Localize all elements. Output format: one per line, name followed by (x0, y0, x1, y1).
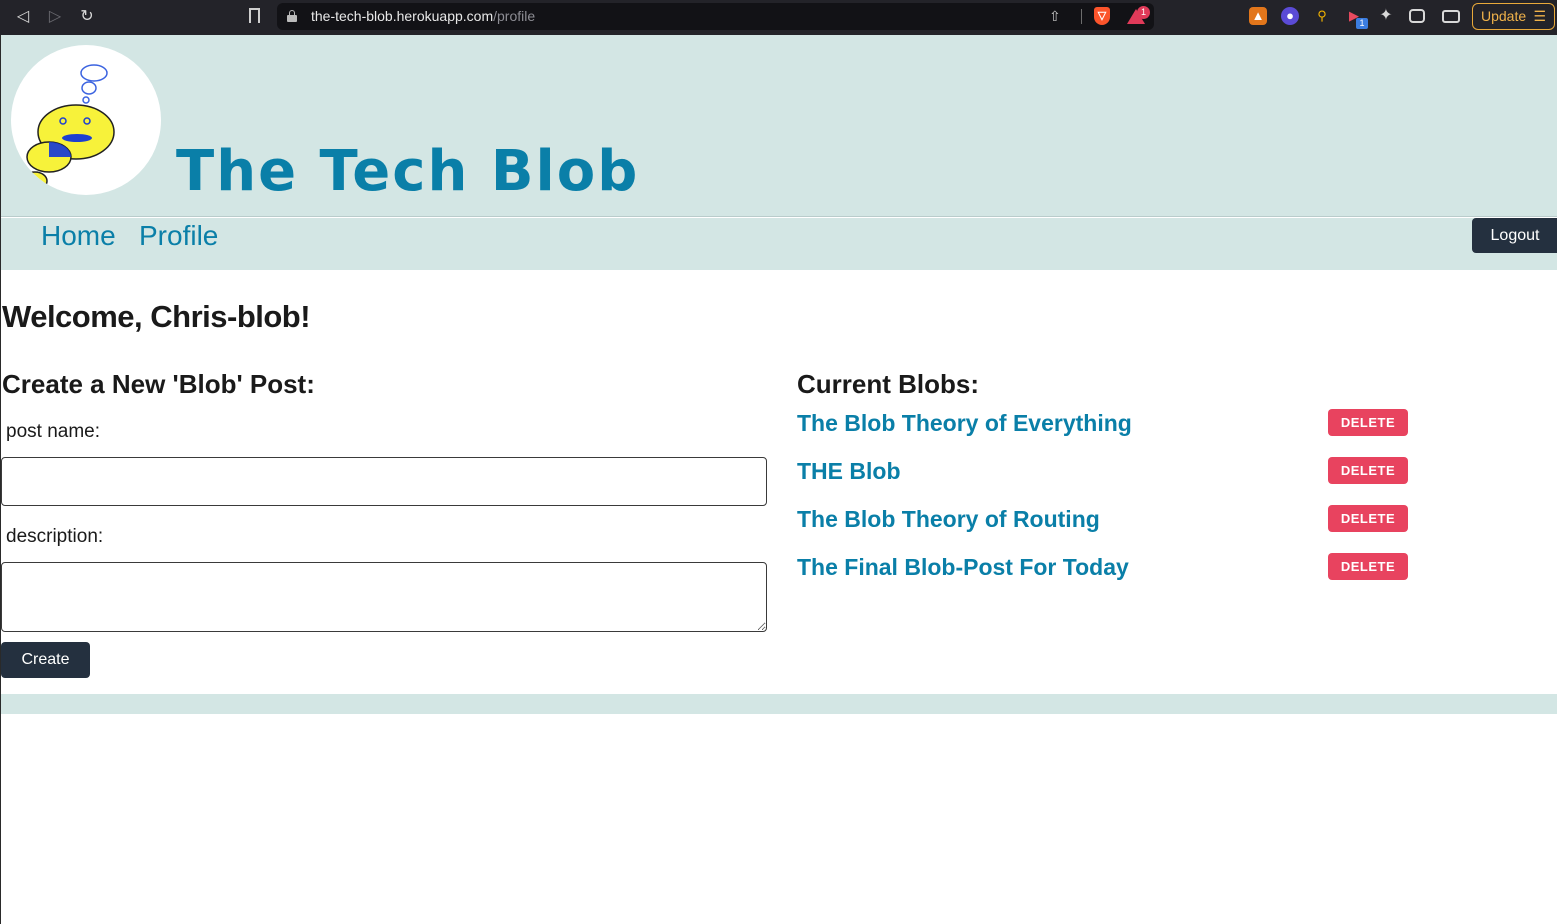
metamask-extension-icon[interactable]: ▲ (1249, 7, 1267, 25)
blob-post-link[interactable]: The Blob Theory of Routing (797, 506, 1100, 533)
menu-icon: ☰ (1533, 8, 1546, 24)
delete-post-button[interactable]: DELETE (1328, 553, 1408, 580)
brave-shields-icon[interactable]: ▽ (1094, 7, 1110, 25)
create-post-heading: Create a New 'Blob' Post: (2, 369, 315, 399)
post-name-label: post name: (6, 421, 100, 442)
nav-home-link[interactable]: Home (41, 220, 116, 252)
site-header: The Tech Blob (1, 35, 1557, 217)
divider (1081, 9, 1082, 24)
blob-post-link[interactable]: THE Blob (797, 458, 901, 485)
create-button[interactable]: Create (1, 642, 90, 678)
address-bar[interactable]: the-tech-blob.herokuapp.com/profile ⇧ ▽ … (277, 3, 1154, 30)
welcome-heading: Welcome, Chris-blob! (2, 299, 311, 334)
blob-post-link[interactable]: The Final Blob-Post For Today (797, 554, 1129, 581)
url-text: the-tech-blob.herokuapp.com/profile (311, 8, 536, 24)
description-textarea[interactable] (1, 562, 767, 632)
description-label: description: (6, 526, 104, 547)
blob-logo[interactable] (11, 45, 161, 195)
wallet-icon[interactable] (1442, 10, 1460, 23)
delete-post-button[interactable]: DELETE (1328, 457, 1408, 484)
blob-post-link[interactable]: The Blob Theory of Everything (797, 410, 1132, 437)
site-footer (1, 694, 1557, 714)
site-title: The Tech Blob (176, 139, 640, 204)
main-nav: Home Profile Logout (1, 218, 1557, 270)
update-button[interactable]: Update ☰ (1472, 3, 1555, 30)
extension-badge: 1 (1356, 18, 1368, 29)
share-icon[interactable]: ⇧ (1049, 8, 1061, 25)
sidebar-icon[interactable] (1409, 9, 1425, 23)
back-icon[interactable]: ◁ (12, 6, 34, 28)
notification-badge: 1 (1137, 6, 1150, 19)
delete-post-button[interactable]: DELETE (1328, 505, 1408, 532)
delete-post-button[interactable]: DELETE (1328, 409, 1408, 436)
browser-toolbar: ◁ ▷ ↻ the-tech-blob.herokuapp.com/profil… (0, 0, 1557, 35)
extension-icon[interactable]: ● (1281, 7, 1299, 25)
bookmark-icon[interactable] (249, 8, 260, 23)
current-blobs-heading: Current Blobs: (797, 369, 979, 399)
extensions-puzzle-icon[interactable]: ✦ (1377, 7, 1395, 25)
key-extension-icon[interactable]: ⚲ (1313, 7, 1331, 25)
nav-profile-link[interactable]: Profile (139, 220, 218, 252)
reload-icon[interactable]: ↻ (76, 6, 98, 28)
forward-icon[interactable]: ▷ (44, 6, 66, 28)
logout-button[interactable]: Logout (1472, 218, 1557, 253)
lock-icon (287, 10, 297, 22)
post-name-input[interactable] (1, 457, 767, 506)
